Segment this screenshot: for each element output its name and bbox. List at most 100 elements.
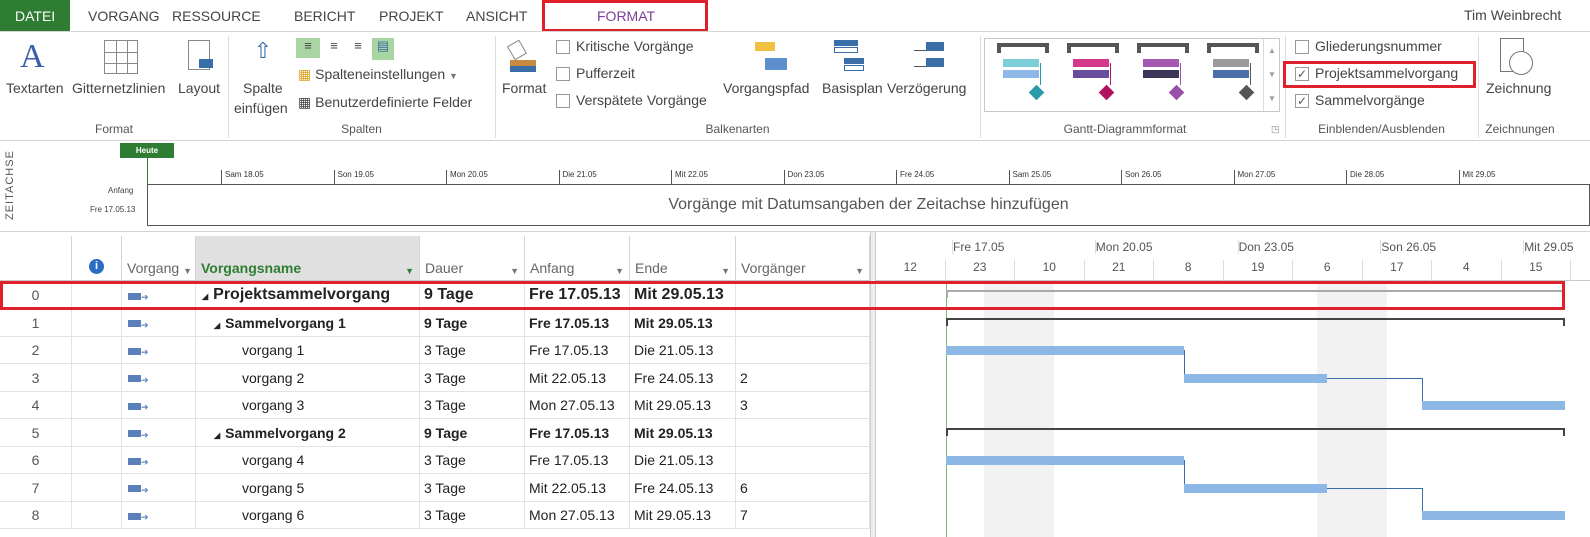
name-header[interactable]: Vorgangsname ▼ [196, 236, 420, 280]
anfang-cell[interactable]: Fre 17.05.13 [525, 336, 630, 364]
gantt-chart[interactable]: Fre 17.05 Mon 20.05 Don 23.05 Son 26.05 Mit … [876, 232, 1590, 537]
chevron-down-icon[interactable]: ▼ [721, 266, 730, 276]
anfang-cell[interactable]: Mon 27.05.13 [525, 501, 630, 529]
dialog-launcher-icon[interactable]: ◳ [1271, 124, 1280, 135]
user-name[interactable]: Tim Weinbrecht [1464, 7, 1561, 23]
task-name-cell[interactable]: vorgang 4 [196, 446, 420, 474]
ende-cell[interactable]: Die 21.05.13 [630, 336, 736, 364]
align-left-button[interactable]: ≡ [296, 38, 320, 58]
ende-cell[interactable]: Fre 24.05.13 [630, 473, 736, 502]
gantt-style-gallery[interactable]: ▲ ▼ ▼ [984, 38, 1280, 112]
vorgangspfad-button[interactable]: Vorgangspfad [723, 80, 809, 96]
textarten-button[interactable]: Textarten [6, 80, 64, 96]
chevron-down-icon[interactable]: ▼ [183, 266, 192, 276]
dauer-cell[interactable]: 3 Tage [420, 446, 525, 474]
tab-ressource[interactable]: RESSOURCE [172, 0, 261, 32]
tab-projekt[interactable]: PROJEKT [379, 0, 444, 32]
table-row[interactable]: 7 ➔ vorgang 5 3 Tage Mit 22.05.13 Fre 24… [0, 473, 870, 502]
chevron-down-icon[interactable]: ▼ [615, 266, 624, 276]
table-row[interactable]: 8 ➔ vorgang 6 3 Tage Mon 27.05.13 Mit 29… [0, 501, 870, 529]
timeline-bar[interactable]: Vorgänge mit Datumsangaben der Zeitachse… [147, 184, 1590, 226]
pufferzeit-checkbox[interactable]: Pufferzeit [556, 65, 635, 82]
collapse-triangle-icon[interactable]: ◢ [214, 431, 220, 440]
ende-cell[interactable]: Mit 29.05.13 [630, 418, 736, 447]
ende-cell[interactable]: Fre 24.05.13 [630, 363, 736, 392]
gantt-style-option[interactable] [1067, 43, 1121, 109]
ende-cell[interactable]: Mit 29.05.13 [630, 501, 736, 529]
table-row[interactable]: 3 ➔ vorgang 2 3 Tage Mit 22.05.13 Fre 24… [0, 363, 870, 392]
verzoegerung-button[interactable]: Verzögerung [887, 80, 966, 96]
table-row[interactable]: 5 ➔ ◢ Sammelvorgang 2 9 Tage Fre 17.05.13… [0, 418, 870, 447]
table-row[interactable]: 2 ➔ vorgang 1 3 Tage Fre 17.05.13 Die 21… [0, 336, 870, 364]
task-name-cell[interactable]: vorgang 5 [196, 473, 420, 502]
vorgaenger-cell[interactable] [736, 308, 870, 337]
table-row[interactable]: 6 ➔ vorgang 4 3 Tage Fre 17.05.13 Die 21… [0, 446, 870, 474]
vorgaenger-cell[interactable] [736, 336, 870, 364]
vorgaenger-cell[interactable] [736, 446, 870, 474]
gantt-style-option[interactable] [997, 43, 1051, 109]
task-bar[interactable] [1184, 373, 1327, 383]
tab-ansicht[interactable]: ANSICHT [466, 0, 527, 32]
sammelvorgaenge-checkbox[interactable]: ✓ Sammelvorgänge [1295, 92, 1425, 109]
dauer-cell[interactable]: 9 Tage [420, 308, 525, 337]
task-name-cell[interactable]: vorgang 3 [196, 391, 420, 419]
task-name-cell[interactable]: ◢ Sammelvorgang 1 [196, 308, 420, 337]
tab-datei[interactable]: DATEI [15, 0, 55, 32]
gallery-scrollbar[interactable]: ▲ ▼ ▼ [1263, 39, 1280, 111]
gitternetzlinien-button[interactable]: Gitternetzlinien [72, 80, 165, 96]
vorgaenger-cell[interactable] [736, 418, 870, 447]
anfang-cell[interactable]: Mit 22.05.13 [525, 473, 630, 502]
align-right-button[interactable]: ≡ [348, 38, 368, 58]
dauer-header[interactable]: Dauer ▼ [420, 236, 525, 280]
task-bar[interactable] [1422, 401, 1565, 410]
verspaetete-vorgaenge-checkbox[interactable]: Verspätete Vorgänge [556, 92, 707, 109]
summary-bar[interactable] [946, 317, 1565, 326]
chevron-down-icon[interactable]: ▼ [855, 266, 864, 276]
ende-cell[interactable]: Mit 29.05.13 [630, 391, 736, 419]
collapse-triangle-icon[interactable]: ◢ [214, 321, 220, 330]
anfang-cell[interactable]: Mit 22.05.13 [525, 363, 630, 392]
task-bar[interactable] [946, 456, 1184, 465]
gantt-style-option[interactable] [1137, 43, 1191, 109]
summary-bar[interactable] [946, 427, 1565, 436]
vorgaenger-cell[interactable]: 6 [736, 473, 870, 502]
spalte-einfuegen-label-1[interactable]: Spalte [243, 80, 283, 96]
dauer-cell[interactable]: 3 Tage [420, 363, 525, 392]
basisplan-button[interactable]: Basisplan [822, 80, 883, 96]
benutzerdefinierte-felder-button[interactable]: ▦ Benutzerdefinierte Felder [298, 94, 472, 111]
ende-header[interactable]: Ende ▼ [630, 236, 736, 280]
anfang-header[interactable]: Anfang ▼ [525, 236, 630, 280]
table-row[interactable]: 4 ➔ vorgang 3 3 Tage Mon 27.05.13 Mit 29… [0, 391, 870, 419]
task-bar[interactable] [1422, 511, 1565, 520]
ende-cell[interactable]: Die 21.05.13 [630, 446, 736, 474]
dauer-cell[interactable]: 9 Tage [420, 418, 525, 447]
anfang-cell[interactable]: Mon 27.05.13 [525, 391, 630, 419]
wrap-text-button[interactable]: ▤ [372, 38, 394, 60]
anfang-cell[interactable]: Fre 17.05.13 [525, 308, 630, 337]
dauer-cell[interactable]: 3 Tage [420, 391, 525, 419]
indicator-header[interactable]: i [72, 236, 122, 280]
task-name-cell[interactable]: vorgang 2 [196, 363, 420, 392]
task-name-cell[interactable]: vorgang 6 [196, 501, 420, 529]
kritische-vorgaenge-checkbox[interactable]: Kritische Vorgänge [556, 38, 694, 55]
chevron-down-icon[interactable]: ▼ [405, 266, 414, 276]
vorgaenger-header[interactable]: Vorgänger ▼ [736, 236, 870, 280]
task-name-cell[interactable]: vorgang 1 [196, 336, 420, 364]
format-button[interactable]: Format [502, 80, 546, 96]
tab-vorgang[interactable]: VORGANG [88, 0, 160, 32]
layout-button[interactable]: Layout [178, 80, 220, 96]
task-bar[interactable] [946, 346, 1184, 355]
vorgaenger-cell[interactable]: 7 [736, 501, 870, 529]
task-name-cell[interactable]: ◢ Sammelvorgang 2 [196, 418, 420, 447]
tab-bericht[interactable]: BERICHT [294, 0, 355, 32]
ende-cell[interactable]: Mit 29.05.13 [630, 308, 736, 337]
task-bar[interactable] [1184, 483, 1327, 493]
spalte-einfuegen-label-2[interactable]: einfügen [234, 100, 288, 116]
mode-header[interactable]: Vorgang ▼ [122, 236, 196, 280]
dauer-cell[interactable]: 3 Tage [420, 336, 525, 364]
chevron-down-icon[interactable]: ▼ [510, 266, 519, 276]
table-row[interactable]: 1 ➔ ◢ Sammelvorgang 1 9 Tage Fre 17.05.13… [0, 308, 870, 337]
gliederungsnummer-checkbox[interactable]: Gliederungsnummer [1295, 38, 1442, 55]
vorgaenger-cell[interactable]: 2 [736, 363, 870, 392]
zeichnung-button[interactable]: Zeichnung [1486, 80, 1551, 96]
